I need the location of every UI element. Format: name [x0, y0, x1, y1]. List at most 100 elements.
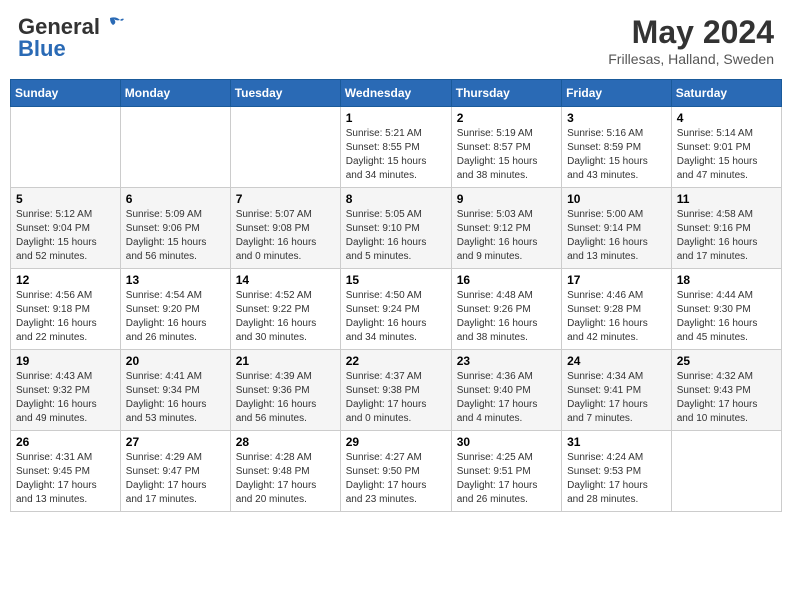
day-number: 15 [346, 273, 446, 287]
day-info: Sunrise: 4:25 AM Sunset: 9:51 PM Dayligh… [457, 451, 556, 507]
day-number: 24 [567, 354, 666, 368]
calendar-cell [120, 107, 230, 188]
day-info: Sunrise: 4:50 AM Sunset: 9:24 PM Dayligh… [346, 289, 446, 345]
day-info: Sunrise: 4:37 AM Sunset: 9:38 PM Dayligh… [346, 370, 446, 426]
day-number: 19 [16, 354, 115, 368]
day-info: Sunrise: 4:58 AM Sunset: 9:16 PM Dayligh… [677, 208, 776, 264]
day-info: Sunrise: 5:09 AM Sunset: 9:06 PM Dayligh… [126, 208, 225, 264]
day-info: Sunrise: 5:16 AM Sunset: 8:59 PM Dayligh… [567, 127, 666, 183]
day-info: Sunrise: 4:24 AM Sunset: 9:53 PM Dayligh… [567, 451, 666, 507]
location-label: Frillesas, Halland, Sweden [608, 51, 774, 67]
day-number: 30 [457, 435, 556, 449]
day-info: Sunrise: 5:21 AM Sunset: 8:55 PM Dayligh… [346, 127, 446, 183]
weekday-header-monday: Monday [120, 80, 230, 107]
day-number: 22 [346, 354, 446, 368]
day-number: 7 [236, 192, 335, 206]
day-info: Sunrise: 4:32 AM Sunset: 9:43 PM Dayligh… [677, 370, 776, 426]
day-number: 11 [677, 192, 776, 206]
day-info: Sunrise: 5:07 AM Sunset: 9:08 PM Dayligh… [236, 208, 335, 264]
weekday-header-saturday: Saturday [671, 80, 781, 107]
day-number: 28 [236, 435, 335, 449]
day-info: Sunrise: 4:48 AM Sunset: 9:26 PM Dayligh… [457, 289, 556, 345]
calendar-cell: 24 Sunrise: 4:34 AM Sunset: 9:41 PM Dayli… [562, 350, 672, 431]
day-info: Sunrise: 4:56 AM Sunset: 9:18 PM Dayligh… [16, 289, 115, 345]
calendar-cell: 8 Sunrise: 5:05 AM Sunset: 9:10 PM Daylig… [340, 188, 451, 269]
day-info: Sunrise: 4:36 AM Sunset: 9:40 PM Dayligh… [457, 370, 556, 426]
day-info: Sunrise: 5:14 AM Sunset: 9:01 PM Dayligh… [677, 127, 776, 183]
day-info: Sunrise: 4:27 AM Sunset: 9:50 PM Dayligh… [346, 451, 446, 507]
day-number: 27 [126, 435, 225, 449]
calendar-cell: 25 Sunrise: 4:32 AM Sunset: 9:43 PM Dayli… [671, 350, 781, 431]
calendar-cell: 1 Sunrise: 5:21 AM Sunset: 8:55 PM Daylig… [340, 107, 451, 188]
calendar-cell: 18 Sunrise: 4:44 AM Sunset: 9:30 PM Dayli… [671, 269, 781, 350]
calendar-cell: 14 Sunrise: 4:52 AM Sunset: 9:22 PM Dayli… [230, 269, 340, 350]
day-info: Sunrise: 4:41 AM Sunset: 9:34 PM Dayligh… [126, 370, 225, 426]
day-info: Sunrise: 4:43 AM Sunset: 9:32 PM Dayligh… [16, 370, 115, 426]
calendar-table: SundayMondayTuesdayWednesdayThursdayFrid… [10, 79, 782, 512]
day-info: Sunrise: 5:00 AM Sunset: 9:14 PM Dayligh… [567, 208, 666, 264]
day-number: 1 [346, 111, 446, 125]
calendar-cell: 10 Sunrise: 5:00 AM Sunset: 9:14 PM Dayli… [562, 188, 672, 269]
calendar-cell: 27 Sunrise: 4:29 AM Sunset: 9:47 PM Dayli… [120, 431, 230, 512]
calendar-cell: 16 Sunrise: 4:48 AM Sunset: 9:26 PM Dayli… [451, 269, 561, 350]
calendar-cell: 30 Sunrise: 4:25 AM Sunset: 9:51 PM Dayli… [451, 431, 561, 512]
day-number: 13 [126, 273, 225, 287]
day-info: Sunrise: 4:34 AM Sunset: 9:41 PM Dayligh… [567, 370, 666, 426]
day-number: 10 [567, 192, 666, 206]
day-number: 17 [567, 273, 666, 287]
weekday-header-thursday: Thursday [451, 80, 561, 107]
calendar-cell: 5 Sunrise: 5:12 AM Sunset: 9:04 PM Daylig… [11, 188, 121, 269]
day-info: Sunrise: 5:19 AM Sunset: 8:57 PM Dayligh… [457, 127, 556, 183]
calendar-cell [11, 107, 121, 188]
day-info: Sunrise: 5:12 AM Sunset: 9:04 PM Dayligh… [16, 208, 115, 264]
calendar-cell: 19 Sunrise: 4:43 AM Sunset: 9:32 PM Dayli… [11, 350, 121, 431]
logo: General Blue [18, 14, 124, 62]
calendar-cell: 17Sunrise: 4:46 AM Sunset: 9:28 PM Dayli… [562, 269, 672, 350]
calendar-cell [230, 107, 340, 188]
weekday-header-sunday: Sunday [11, 80, 121, 107]
calendar-week-row: 26Sunrise: 4:31 AM Sunset: 9:45 PM Dayli… [11, 431, 782, 512]
day-number: 2 [457, 111, 556, 125]
weekday-header-row: SundayMondayTuesdayWednesdayThursdayFrid… [11, 80, 782, 107]
day-number: 18 [677, 273, 776, 287]
title-section: May 2024 Frillesas, Halland, Sweden [608, 14, 774, 67]
day-number: 5 [16, 192, 115, 206]
calendar-cell: 7 Sunrise: 5:07 AM Sunset: 9:08 PM Daylig… [230, 188, 340, 269]
day-number: 29 [346, 435, 446, 449]
calendar-cell: 31Sunrise: 4:24 AM Sunset: 9:53 PM Dayli… [562, 431, 672, 512]
day-info: Sunrise: 4:44 AM Sunset: 9:30 PM Dayligh… [677, 289, 776, 345]
day-number: 14 [236, 273, 335, 287]
calendar-cell: 26Sunrise: 4:31 AM Sunset: 9:45 PM Dayli… [11, 431, 121, 512]
calendar-cell: 20 Sunrise: 4:41 AM Sunset: 9:34 PM Dayli… [120, 350, 230, 431]
calendar-week-row: 12Sunrise: 4:56 AM Sunset: 9:18 PM Dayli… [11, 269, 782, 350]
month-title: May 2024 [608, 14, 774, 51]
day-info: Sunrise: 4:29 AM Sunset: 9:47 PM Dayligh… [126, 451, 225, 507]
calendar-cell: 3Sunrise: 5:16 AM Sunset: 8:59 PM Daylig… [562, 107, 672, 188]
calendar-cell: 13 Sunrise: 4:54 AM Sunset: 9:20 PM Dayli… [120, 269, 230, 350]
calendar-cell: 2 Sunrise: 5:19 AM Sunset: 8:57 PM Daylig… [451, 107, 561, 188]
day-number: 23 [457, 354, 556, 368]
day-info: Sunrise: 4:28 AM Sunset: 9:48 PM Dayligh… [236, 451, 335, 507]
day-info: Sunrise: 5:03 AM Sunset: 9:12 PM Dayligh… [457, 208, 556, 264]
calendar-cell [671, 431, 781, 512]
calendar-cell: 15 Sunrise: 4:50 AM Sunset: 9:24 PM Dayli… [340, 269, 451, 350]
day-number: 9 [457, 192, 556, 206]
calendar-week-row: 5 Sunrise: 5:12 AM Sunset: 9:04 PM Daylig… [11, 188, 782, 269]
day-info: Sunrise: 4:39 AM Sunset: 9:36 PM Dayligh… [236, 370, 335, 426]
calendar-cell: 4Sunrise: 5:14 AM Sunset: 9:01 PM Daylig… [671, 107, 781, 188]
day-number: 8 [346, 192, 446, 206]
calendar-cell: 11 Sunrise: 4:58 AM Sunset: 9:16 PM Dayli… [671, 188, 781, 269]
day-number: 20 [126, 354, 225, 368]
day-number: 25 [677, 354, 776, 368]
logo-bird-icon [102, 14, 124, 36]
calendar-cell: 21Sunrise: 4:39 AM Sunset: 9:36 PM Dayli… [230, 350, 340, 431]
weekday-header-wednesday: Wednesday [340, 80, 451, 107]
day-info: Sunrise: 4:54 AM Sunset: 9:20 PM Dayligh… [126, 289, 225, 345]
day-number: 16 [457, 273, 556, 287]
day-number: 6 [126, 192, 225, 206]
calendar-week-row: 1 Sunrise: 5:21 AM Sunset: 8:55 PM Daylig… [11, 107, 782, 188]
calendar-cell: 28 Sunrise: 4:28 AM Sunset: 9:48 PM Dayli… [230, 431, 340, 512]
calendar-cell: 12Sunrise: 4:56 AM Sunset: 9:18 PM Dayli… [11, 269, 121, 350]
day-info: Sunrise: 4:52 AM Sunset: 9:22 PM Dayligh… [236, 289, 335, 345]
day-info: Sunrise: 5:05 AM Sunset: 9:10 PM Dayligh… [346, 208, 446, 264]
